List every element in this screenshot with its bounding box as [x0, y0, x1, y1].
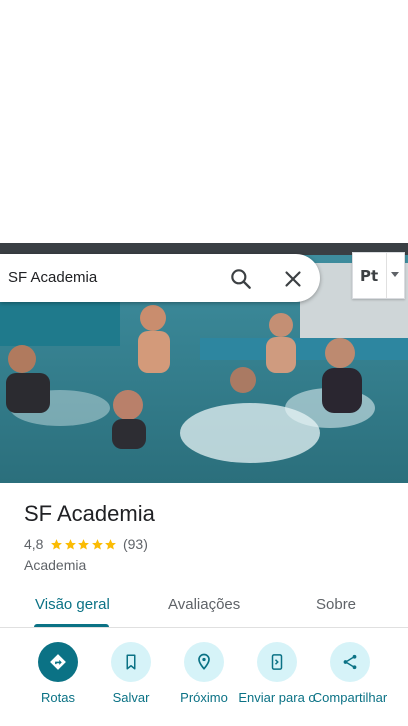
tab-overview[interactable]: Visão geral [35, 596, 110, 613]
nearby-icon [184, 642, 224, 682]
directions-icon [38, 642, 78, 682]
share-label: Compartilhar [312, 690, 388, 705]
place-title: SF Academia [24, 501, 155, 526]
star-icon [105, 538, 117, 549]
search-icon[interactable] [228, 266, 254, 292]
send-to-phone-label: Enviar para o [238, 690, 316, 705]
review-count[interactable]: (93) [123, 536, 148, 552]
language-selector-value: Pt [360, 267, 379, 285]
star-icon [92, 538, 103, 549]
search-bar: SF Academia [0, 254, 320, 302]
directions-button[interactable]: Rotas [18, 640, 98, 706]
close-icon[interactable] [280, 266, 306, 292]
star-icon [78, 538, 90, 549]
tab-reviews[interactable]: Avaliações [168, 596, 240, 613]
star-icon [51, 538, 63, 549]
send-to-phone-button[interactable]: Enviar para o [237, 640, 317, 706]
nearby-label: Próximo [180, 690, 228, 705]
active-tab-indicator [34, 624, 109, 627]
map-area-blank [0, 0, 408, 243]
tab-bar: Visão geral Avaliações Sobre [0, 590, 408, 628]
share-icon [330, 642, 370, 682]
search-input[interactable]: SF Academia [8, 269, 97, 286]
bookmark-icon [111, 642, 151, 682]
save-button[interactable]: Salvar [91, 640, 171, 706]
language-selector-divider [386, 253, 387, 298]
share-button[interactable]: Compartilhar [310, 640, 390, 706]
caret-down-icon [391, 272, 399, 277]
star-rating [50, 538, 118, 551]
tab-about[interactable]: Sobre [316, 596, 356, 613]
send-to-phone-icon [257, 642, 297, 682]
nearby-button[interactable]: Próximo [164, 640, 244, 706]
directions-label: Rotas [41, 690, 75, 705]
place-category[interactable]: Academia [24, 557, 86, 573]
save-label: Salvar [112, 690, 150, 705]
rating-value: 4,8 [24, 536, 44, 552]
action-bar: Rotas Salvar Próximo Enviar para o Compa… [0, 640, 408, 726]
rating-row: 4,8 (93) [24, 536, 148, 552]
star-icon [65, 538, 76, 549]
language-selector[interactable]: Pt [352, 252, 405, 299]
